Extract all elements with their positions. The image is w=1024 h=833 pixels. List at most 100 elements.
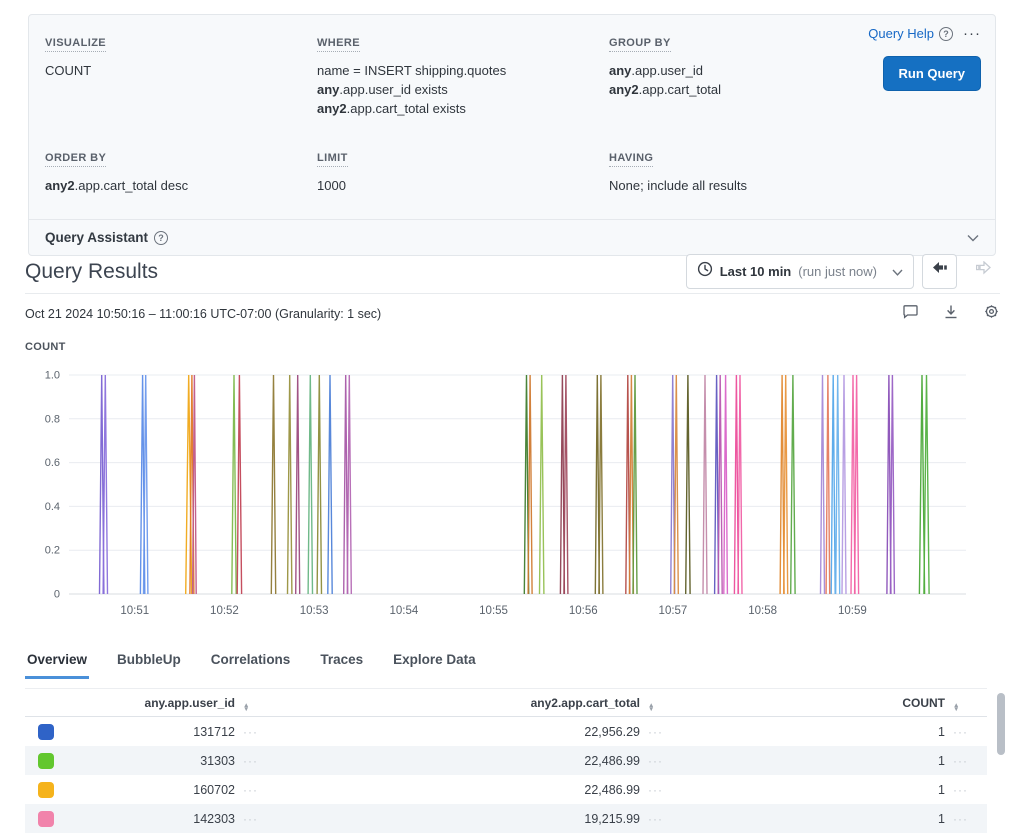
series-color-swatch bbox=[38, 811, 54, 827]
count-spike bbox=[296, 375, 300, 594]
cell-overflow-menu[interactable]: ··· bbox=[235, 783, 265, 797]
tab-traces[interactable]: Traces bbox=[318, 646, 365, 679]
column-header-count[interactable]: COUNT bbox=[670, 696, 945, 710]
y-axis-tick: 0.2 bbox=[45, 545, 60, 557]
query-clause-visualize[interactable]: VISUALIZE COUNT bbox=[45, 33, 317, 118]
cell-cart-total: 22,486.99 bbox=[265, 783, 640, 797]
series-color-swatch bbox=[38, 724, 54, 740]
table-row[interactable]: 142303···19,215.99···1··· bbox=[25, 804, 987, 833]
sort-icon[interactable]: ▲▼ bbox=[953, 704, 959, 712]
x-axis-tick: 10:55 bbox=[479, 605, 508, 617]
table-row[interactable]: 131712···22,956.29···1··· bbox=[25, 717, 987, 746]
y-axis-tick: 0.8 bbox=[45, 413, 60, 425]
gear-icon[interactable] bbox=[983, 303, 1000, 325]
tab-explore-data[interactable]: Explore Data bbox=[391, 646, 478, 679]
series-color-swatch bbox=[38, 782, 54, 798]
count-spike bbox=[633, 375, 637, 594]
previous-query-button[interactable] bbox=[922, 254, 957, 289]
assistant-question-icon: ? bbox=[154, 231, 168, 245]
sort-icon[interactable]: ▲▼ bbox=[243, 704, 249, 712]
count-spike bbox=[842, 375, 846, 594]
clause-label: VISUALIZE bbox=[45, 37, 106, 52]
cell-overflow-menu[interactable]: ··· bbox=[235, 754, 265, 768]
x-axis-tick: 10:56 bbox=[569, 605, 598, 617]
time-range-summary: Oct 21 2024 10:50:16 – 11:00:16 UTC-07:0… bbox=[25, 307, 381, 321]
cell-overflow-menu[interactable]: ··· bbox=[235, 725, 265, 739]
tab-overview[interactable]: Overview bbox=[25, 646, 89, 679]
query-help-link[interactable]: Query Help ? bbox=[868, 26, 953, 41]
query-clause-order-by[interactable]: ORDER BYany2.app.cart_total desc bbox=[45, 148, 317, 195]
count-spike bbox=[347, 375, 351, 594]
cell-overflow-menu[interactable]: ··· bbox=[945, 812, 975, 826]
count-spike bbox=[791, 375, 795, 594]
count-spike bbox=[718, 375, 722, 594]
comment-icon[interactable] bbox=[902, 304, 919, 325]
arrow-forward-icon bbox=[974, 261, 992, 282]
series-color-swatch bbox=[38, 753, 54, 769]
column-header-user-id[interactable]: any.app.user_id bbox=[65, 696, 235, 710]
cell-count: 1 bbox=[670, 812, 945, 826]
y-axis-tick: 0.4 bbox=[45, 501, 60, 513]
count-spike bbox=[826, 375, 830, 594]
results-chart[interactable]: COUNT 1.00.80.60.40.2010:5110:5210:5310:… bbox=[25, 341, 1000, 632]
cell-user-id: 160702 bbox=[65, 783, 235, 797]
clause-value: any2.app.cart_total desc bbox=[45, 176, 317, 195]
count-spike bbox=[821, 375, 825, 594]
cell-overflow-menu[interactable]: ··· bbox=[640, 812, 670, 826]
tab-correlations[interactable]: Correlations bbox=[209, 646, 293, 679]
cell-overflow-menu[interactable]: ··· bbox=[945, 725, 975, 739]
count-spike bbox=[599, 375, 603, 594]
next-query-button bbox=[965, 254, 1000, 289]
table-row[interactable]: 160702···22,486.99···1··· bbox=[25, 775, 987, 804]
page-title: Query Results bbox=[25, 260, 158, 284]
count-spike bbox=[703, 375, 707, 594]
column-header-cart-total[interactable]: any2.app.cart_total bbox=[265, 696, 640, 710]
count-spike bbox=[924, 375, 929, 594]
time-range-selector[interactable]: Last 10 min (run just now) bbox=[686, 254, 914, 289]
y-axis-tick: 0 bbox=[54, 589, 60, 601]
download-icon[interactable] bbox=[943, 304, 959, 325]
query-clause-having[interactable]: HAVINGNone; include all results bbox=[609, 148, 979, 195]
cell-overflow-menu[interactable]: ··· bbox=[945, 754, 975, 768]
clock-icon bbox=[697, 261, 713, 282]
chevron-down-icon[interactable] bbox=[967, 230, 979, 245]
count-spike bbox=[271, 375, 275, 594]
table-scrollbar[interactable] bbox=[997, 693, 1005, 755]
tab-bubbleup[interactable]: BubbleUp bbox=[115, 646, 183, 679]
count-spike bbox=[528, 375, 532, 594]
query-clause-limit[interactable]: LIMIT1000 bbox=[317, 148, 609, 195]
results-tabbar: Overview BubbleUp Correlations Traces Explor… bbox=[25, 646, 1000, 679]
count-spike bbox=[288, 375, 292, 594]
x-axis-tick: 10:59 bbox=[838, 605, 867, 617]
cell-user-id: 142303 bbox=[65, 812, 235, 826]
sort-icon[interactable]: ▲▼ bbox=[648, 704, 654, 712]
cell-overflow-menu[interactable]: ··· bbox=[945, 783, 975, 797]
y-axis-tick: 0.6 bbox=[45, 457, 60, 469]
time-range-note: (run just now) bbox=[798, 264, 877, 279]
count-spike-chart[interactable]: 1.00.80.60.40.2010:5110:5210:5310:5410:5… bbox=[25, 355, 1000, 627]
cell-overflow-menu[interactable]: ··· bbox=[640, 783, 670, 797]
query-overflow-menu[interactable]: ··· bbox=[963, 25, 981, 42]
table-row[interactable]: 31303···22,486.99···1··· bbox=[25, 746, 987, 775]
query-clause-where[interactable]: WHEREname = INSERT shipping.quotesany.ap… bbox=[317, 33, 609, 118]
cell-cart-total: 22,486.99 bbox=[265, 754, 640, 768]
count-spike bbox=[836, 375, 840, 594]
clause-label: LIMIT bbox=[317, 152, 348, 167]
table-header-row: any.app.user_id ▲▼ any2.app.cart_total ▲▼ CO… bbox=[25, 688, 987, 717]
cell-overflow-menu[interactable]: ··· bbox=[235, 812, 265, 826]
clause-value: COUNT bbox=[45, 61, 317, 80]
count-spike bbox=[237, 375, 241, 594]
count-spike bbox=[308, 375, 312, 594]
query-builder-panel: VISUALIZE COUNTWHEREname = INSERT shippin… bbox=[28, 14, 996, 256]
count-spike bbox=[540, 375, 544, 594]
cell-count: 1 bbox=[670, 754, 945, 768]
cell-overflow-menu[interactable]: ··· bbox=[640, 754, 670, 768]
cell-overflow-menu[interactable]: ··· bbox=[640, 725, 670, 739]
count-spike bbox=[144, 375, 148, 594]
results-table: any.app.user_id ▲▼ any2.app.cart_total ▲▼ CO… bbox=[25, 688, 987, 833]
x-axis-tick: 10:54 bbox=[389, 605, 418, 617]
run-query-button[interactable]: Run Query bbox=[883, 56, 981, 91]
count-spike bbox=[232, 375, 236, 594]
clause-label: HAVING bbox=[609, 152, 653, 167]
query-assistant-label: Query Assistant bbox=[45, 230, 148, 245]
